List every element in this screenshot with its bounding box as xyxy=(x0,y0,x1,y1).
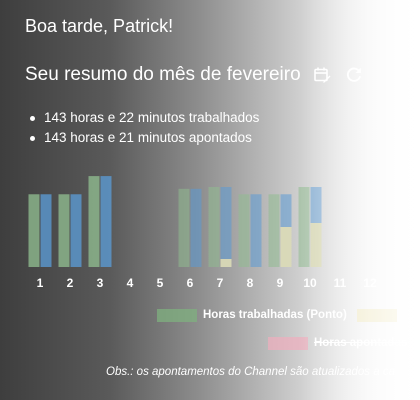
x-tick-label-3: 3 xyxy=(97,276,104,290)
bar-appointed-day-8[interactable] xyxy=(250,194,262,267)
legend-swatch-extra xyxy=(357,308,397,322)
x-tick-label-2: 2 xyxy=(67,276,74,290)
bar-appointed-extra-day-7 xyxy=(220,259,232,267)
bar-worked-day-9[interactable] xyxy=(268,194,280,267)
x-tick-label-10: 10 xyxy=(303,276,317,290)
bar-appointed-day-7[interactable] xyxy=(220,187,232,267)
x-tick-label-1: 1 xyxy=(37,276,44,290)
legend-label-appointed: Horas apontadas xyxy=(314,337,408,349)
x-tick-label-6: 6 xyxy=(187,276,194,290)
bar-worked-day-6[interactable] xyxy=(178,188,190,267)
legend-item-extra[interactable] xyxy=(357,306,403,324)
refresh-icon[interactable] xyxy=(343,64,365,86)
summary-header: Seu resumo do mês de fevereiro xyxy=(25,62,365,88)
x-tick-label-4: 4 xyxy=(127,276,134,290)
bar-worked-day-10[interactable] xyxy=(298,187,310,267)
hours-bar-chart: 1 2 3 4 5 6 7 8 9 10 11 12 xyxy=(28,176,377,290)
legend-item-worked[interactable]: Horas trabalhadas (Ponto) xyxy=(157,306,347,324)
footer-note: Obs.: os apontamentos do Channel são atu… xyxy=(106,366,395,378)
bar-appointed-day-1[interactable] xyxy=(40,194,52,267)
bar-appointed-day-3[interactable] xyxy=(100,176,112,267)
calendar-edit-icon[interactable] xyxy=(311,64,333,86)
bar-worked-day-2[interactable] xyxy=(58,194,70,267)
bar-worked-day-7[interactable] xyxy=(208,187,220,267)
bar-appointed-day-2[interactable] xyxy=(70,194,82,267)
legend-swatch-worked xyxy=(157,308,197,322)
bar-worked-day-3[interactable] xyxy=(88,176,100,267)
x-tick-label-7: 7 xyxy=(217,276,224,290)
x-tick-label-11: 11 xyxy=(334,276,347,290)
x-tick-label-8: 8 xyxy=(247,276,254,290)
appointed-hours-item: 143 horas e 21 minutos apontados xyxy=(28,128,259,148)
bar-appointed-extra-day-10 xyxy=(310,223,322,267)
worked-hours-item: 143 horas e 22 minutos trabalhados xyxy=(28,108,259,128)
legend-item-appointed[interactable]: Horas apontadas xyxy=(268,334,407,352)
x-tick-label-5: 5 xyxy=(157,276,164,290)
summary-title: Seu resumo do mês de fevereiro xyxy=(25,64,301,85)
greeting-text: Boa tarde, Patrick! xyxy=(25,16,174,36)
legend-label-worked: Horas trabalhadas (Ponto) xyxy=(203,309,347,321)
bar-appointed-extra-day-9 xyxy=(280,227,292,267)
x-tick-label-9: 9 xyxy=(277,276,284,290)
bar-worked-day-8[interactable] xyxy=(238,194,250,267)
legend-swatch-appointed xyxy=(268,336,308,350)
x-tick-label-12: 12 xyxy=(363,276,377,290)
bar-worked-day-1[interactable] xyxy=(28,194,40,267)
bar-appointed-day-6[interactable] xyxy=(190,188,202,267)
summary-list: 143 horas e 22 minutos trabalhados 143 h… xyxy=(28,108,259,148)
